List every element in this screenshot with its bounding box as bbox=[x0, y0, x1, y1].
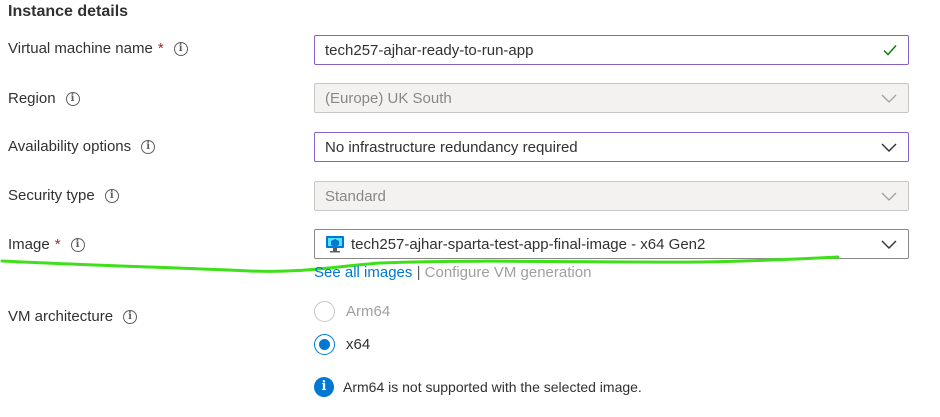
chevron-down-icon[interactable] bbox=[880, 138, 898, 156]
region-label-text: Region bbox=[8, 90, 56, 107]
info-icon[interactable]: i bbox=[141, 139, 156, 154]
info-icon[interactable]: i bbox=[65, 91, 80, 106]
region-select: (Europe) UK South bbox=[314, 83, 909, 113]
radio-label[interactable]: x64 bbox=[346, 336, 370, 353]
security-label: Security type i bbox=[8, 187, 119, 204]
image-label-text: Image bbox=[8, 236, 50, 253]
region-value: (Europe) UK South bbox=[325, 89, 452, 107]
info-icon[interactable]: i bbox=[104, 188, 119, 203]
vm-name-input[interactable]: tech257-ajhar-ready-to-run-app bbox=[314, 35, 909, 65]
availability-value[interactable]: No infrastructure redundancy required bbox=[325, 139, 880, 156]
security-select: Standard bbox=[314, 181, 909, 211]
radio-arm64: Arm64 bbox=[314, 301, 390, 322]
checkmark-icon bbox=[883, 45, 897, 56]
availability-select[interactable]: No infrastructure redundancy required bbox=[314, 132, 909, 162]
vm-image-icon bbox=[326, 236, 344, 253]
vm-name-label: Virtual machine name * i bbox=[8, 40, 188, 57]
availability-label-text: Availability options bbox=[8, 138, 132, 155]
architecture-note-text: Arm64 is not supported with the selected… bbox=[343, 379, 642, 395]
required-marker: * bbox=[157, 40, 164, 57]
image-label: Image * i bbox=[8, 236, 85, 253]
security-label-text: Security type bbox=[8, 187, 95, 204]
chevron-down-icon bbox=[881, 94, 897, 103]
image-value[interactable]: tech257-ajhar-sparta-test-app-final-imag… bbox=[351, 236, 880, 253]
security-value: Standard bbox=[325, 187, 386, 205]
vm-name-value[interactable]: tech257-ajhar-ready-to-run-app bbox=[325, 42, 882, 59]
architecture-note: i Arm64 is not supported with the select… bbox=[314, 377, 642, 397]
link-separator: | bbox=[416, 264, 421, 281]
radio-label: Arm64 bbox=[346, 303, 391, 320]
radio-button[interactable] bbox=[314, 334, 335, 355]
chevron-down-icon[interactable] bbox=[880, 235, 898, 253]
required-marker: * bbox=[54, 236, 61, 253]
vm-architecture-label: VM architecture i bbox=[8, 308, 138, 325]
info-icon[interactable]: i bbox=[123, 309, 138, 324]
vm-architecture-label-text: VM architecture bbox=[8, 308, 114, 325]
info-icon[interactable]: i bbox=[70, 237, 85, 252]
region-label: Region i bbox=[8, 90, 80, 107]
image-select[interactable]: tech257-ajhar-sparta-test-app-final-imag… bbox=[314, 229, 909, 259]
chevron-down-icon bbox=[881, 192, 897, 201]
image-links: See all images | Configure VM generation bbox=[314, 264, 591, 281]
radio-x64[interactable]: x64 bbox=[314, 334, 370, 355]
see-all-images-link[interactable]: See all images bbox=[314, 264, 412, 281]
vm-name-label-text: Virtual machine name bbox=[8, 40, 153, 57]
section-title: Instance details bbox=[8, 3, 129, 20]
info-icon[interactable]: i bbox=[173, 41, 188, 56]
availability-label: Availability options i bbox=[8, 138, 156, 155]
configure-vm-generation-link: Configure VM generation bbox=[424, 264, 592, 281]
info-filled-icon: i bbox=[314, 377, 334, 397]
radio-button bbox=[314, 301, 335, 322]
